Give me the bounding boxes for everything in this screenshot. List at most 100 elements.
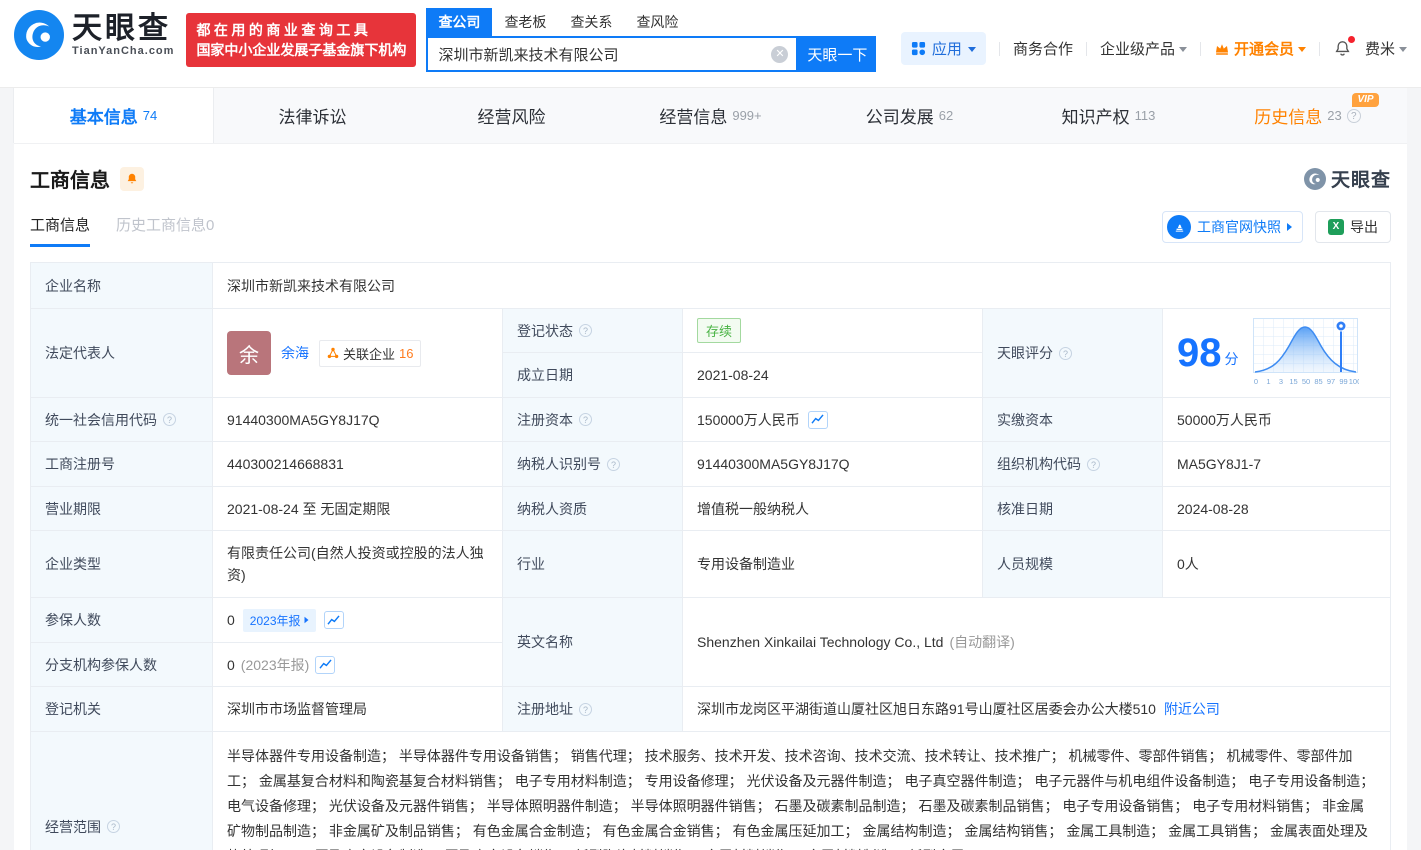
legal-rep-avatar[interactable]: 余 <box>227 331 271 375</box>
help-icon[interactable]: ? <box>579 324 592 337</box>
stamp-icon <box>1167 215 1191 239</box>
field-label-reg-number: 工商注册号 <box>31 442 213 487</box>
help-icon[interactable]: ? <box>1059 347 1072 360</box>
field-label-approval-date: 核准日期 <box>983 487 1163 531</box>
score-distribution-chart: 0 1 3 15 50 85 97 99 100 <box>1253 318 1359 388</box>
field-value-tianyan-score[interactable]: 98 分 0 <box>1163 309 1391 398</box>
tab-basic-info[interactable]: 基本信息74 <box>14 88 213 143</box>
username: 费米 <box>1365 38 1395 59</box>
help-icon[interactable]: ? <box>1347 109 1361 123</box>
field-label-company-name: 企业名称 <box>31 263 213 309</box>
field-label-business-term: 营业期限 <box>31 487 213 531</box>
header-nav: 应用 商务合作 企业级产品 开通会员 费米 <box>901 32 1407 65</box>
field-label-insured: 参保人数 <box>31 598 213 643</box>
tianyancha-logo-icon <box>14 10 64 60</box>
help-icon[interactable]: ? <box>107 820 120 833</box>
field-label-legal-rep: 法定代表人 <box>31 309 213 398</box>
arrow-right-icon <box>304 617 308 623</box>
nearby-companies-link[interactable]: 附近公司 <box>1164 699 1220 719</box>
tab-history-info[interactable]: VIP 历史信息23 ? <box>1208 88 1407 143</box>
promo-banner: 都在用的商业查询工具 国家中小企业发展子基金旗下机构 <box>186 13 416 67</box>
field-value-taxpayer-id: 91440300MA5GY8J17Q <box>683 442 983 487</box>
field-label-english-name: 英文名称 <box>503 598 683 687</box>
field-label-staff-size: 人员规模 <box>983 531 1163 598</box>
field-label-reg-address: 注册地址? <box>503 687 683 732</box>
tianyancha-logo-icon <box>1304 168 1326 190</box>
export-button[interactable]: X 导出 <box>1315 211 1391 243</box>
help-icon[interactable]: ? <box>607 458 620 471</box>
promo-line-1: 都在用的商业查询工具 <box>196 20 406 40</box>
vip-badge: VIP <box>1352 93 1378 107</box>
annual-report-badge[interactable]: 2023年报 <box>243 609 316 632</box>
logo-domain: TianYanCha.com <box>72 45 174 57</box>
related-companies-icon <box>327 347 339 359</box>
help-icon[interactable]: ? <box>579 413 592 426</box>
notification-bell[interactable] <box>1333 39 1352 58</box>
help-icon[interactable]: ? <box>163 413 176 426</box>
chevron-down-icon <box>1399 47 1407 52</box>
business-info-table: 企业名称 深圳市新凯来技术有限公司 法定代表人 余 余海 关联企业 16 登记状… <box>30 262 1391 850</box>
tab-legal-litigation[interactable]: 法律诉讼 <box>213 88 412 143</box>
official-snapshot-button[interactable]: 工商官网快照 <box>1162 211 1303 243</box>
subtab-history-business-info[interactable]: 历史工商信息0 <box>116 214 214 247</box>
apps-label: 应用 <box>932 38 962 59</box>
field-value-staff-size: 0人 <box>1163 531 1391 598</box>
trend-chart-icon[interactable] <box>808 411 828 429</box>
company-tabbar: 基本信息74 法律诉讼 经营风险 经营信息999+ 公司发展62 知识产权113… <box>14 88 1407 144</box>
nav-enterprise-products[interactable]: 企业级产品 <box>1100 38 1187 59</box>
field-value-company-name: 深圳市新凯来技术有限公司 <box>213 263 1391 309</box>
search-input[interactable] <box>438 46 771 63</box>
search-tab-relation[interactable]: 查关系 <box>558 8 624 36</box>
legal-rep-name-link[interactable]: 余海 <box>281 343 309 363</box>
tab-intellectual-property[interactable]: 知识产权113 <box>1009 88 1208 143</box>
nav-business-coop[interactable]: 商务合作 <box>1013 38 1073 59</box>
tab-company-development[interactable]: 公司发展62 <box>810 88 1009 143</box>
svg-text:3: 3 <box>1278 377 1282 386</box>
field-label-reg-authority: 登记机关 <box>31 687 213 732</box>
notification-dot <box>1348 36 1355 43</box>
top-header: 天眼查 TianYanCha.com 都在用的商业查询工具 国家中小企业发展子基… <box>0 0 1421 88</box>
field-label-credit-code: 统一社会信用代码? <box>31 398 213 442</box>
search-area: 查公司 查老板 查关系 查风险 ✕ 天眼一下 <box>426 10 876 72</box>
search-tabs: 查公司 查老板 查关系 查风险 <box>426 10 876 36</box>
search-tab-risk[interactable]: 查风险 <box>624 8 690 36</box>
tab-operating-info[interactable]: 经营信息999+ <box>611 88 810 143</box>
field-label-business-scope: 经营范围? <box>31 732 213 850</box>
field-value-insured: 0 2023年报 <box>213 598 503 643</box>
nav-user-menu[interactable]: 费米 <box>1365 38 1407 59</box>
search-tab-company[interactable]: 查公司 <box>426 8 492 36</box>
search-tab-boss[interactable]: 查老板 <box>492 8 558 36</box>
field-value-establish-date: 2021-08-24 <box>683 353 983 398</box>
crown-icon <box>1214 41 1230 56</box>
related-companies-badge[interactable]: 关联企业 16 <box>319 340 421 367</box>
field-label-establish-date: 成立日期 <box>503 353 683 398</box>
svg-text:100: 100 <box>1348 377 1358 386</box>
tianyancha-logo[interactable]: 天眼查 TianYanCha.com <box>14 10 174 60</box>
field-label-paid-capital: 实缴资本 <box>983 398 1163 442</box>
field-value-business-scope: 半导体器件专用设备制造； 半导体器件专用设备销售； 销售代理； 技术服务、技术开… <box>213 732 1391 850</box>
subtab-business-info[interactable]: 工商信息 <box>30 214 90 247</box>
status-badge: 存续 <box>697 318 741 343</box>
field-value-reg-status: 存续 <box>683 309 983 353</box>
field-label-company-type: 企业类型 <box>31 531 213 598</box>
svg-text:50: 50 <box>1301 377 1309 386</box>
trend-chart-icon[interactable] <box>324 611 344 629</box>
clear-search-icon[interactable]: ✕ <box>771 46 788 63</box>
logo-title: 天眼查 <box>72 13 174 45</box>
tab-operating-risk[interactable]: 经营风险 <box>412 88 611 143</box>
trend-chart-icon[interactable] <box>315 656 335 674</box>
field-label-branch-insured: 分支机构参保人数 <box>31 643 213 687</box>
svg-text:97: 97 <box>1326 377 1334 386</box>
field-value-org-code: MA5GY8J1-7 <box>1163 442 1391 487</box>
nav-open-vip[interactable]: 开通会员 <box>1214 38 1306 59</box>
field-value-industry: 专用设备制造业 <box>683 531 983 598</box>
apps-menu[interactable]: 应用 <box>901 32 986 65</box>
help-icon[interactable]: ? <box>1087 458 1100 471</box>
search-button[interactable]: 天眼一下 <box>798 36 876 72</box>
field-value-reg-address: 深圳市龙岗区平湖街道山厦社区旭日东路91号山厦社区居委会办公大楼510 附近公司 <box>683 687 1391 732</box>
bell-icon <box>125 172 139 186</box>
svg-text:85: 85 <box>1314 377 1322 386</box>
monitor-bell-button[interactable] <box>120 167 144 191</box>
field-value-business-term: 2021-08-24 至 无固定期限 <box>213 487 503 531</box>
help-icon[interactable]: ? <box>579 703 592 716</box>
